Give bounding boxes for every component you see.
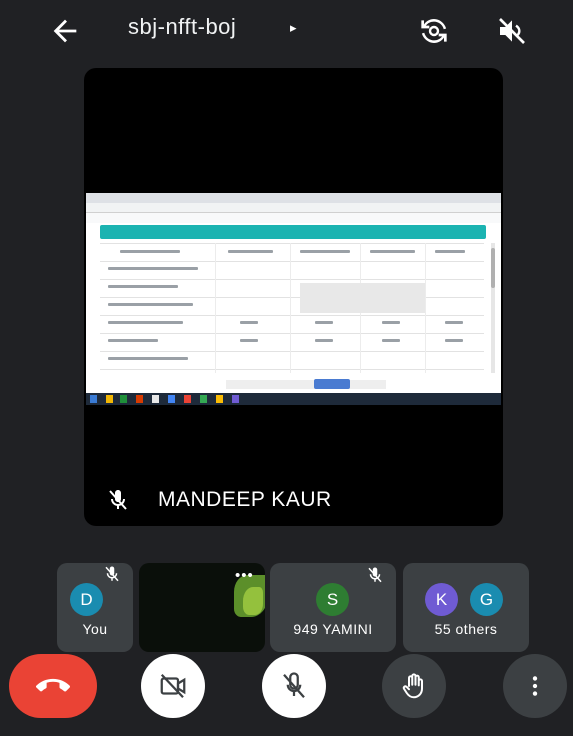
mic-off-icon bbox=[368, 567, 382, 583]
page-footer-bar bbox=[226, 380, 386, 389]
camera-toggle-button[interactable] bbox=[141, 654, 205, 718]
avatar: G bbox=[470, 583, 503, 616]
speaker-off-icon[interactable] bbox=[496, 15, 528, 47]
mic-off-icon bbox=[105, 566, 119, 582]
end-call-button[interactable] bbox=[9, 654, 97, 718]
mic-off-icon bbox=[283, 672, 305, 698]
arrow-left-icon[interactable] bbox=[48, 14, 82, 48]
raise-hand-icon bbox=[402, 673, 423, 699]
shared-screen-preview bbox=[86, 193, 501, 405]
presenter-tile[interactable]: MANDEEP KAUR bbox=[84, 68, 503, 526]
more-vertical-icon bbox=[532, 676, 538, 696]
browser-address-bar bbox=[86, 203, 501, 213]
hang-up-icon bbox=[36, 678, 70, 692]
avatar: D bbox=[70, 583, 103, 616]
web-page-nav bbox=[86, 213, 501, 223]
mic-toggle-button[interactable] bbox=[262, 654, 326, 718]
participant-tile-others[interactable]: K G 55 others bbox=[403, 563, 529, 652]
disabled-cells bbox=[300, 283, 425, 313]
avatar: K bbox=[425, 583, 458, 616]
raise-hand-button[interactable] bbox=[382, 654, 446, 718]
camera-off-icon bbox=[160, 673, 186, 699]
mic-off-icon bbox=[109, 490, 127, 510]
more-options-icon[interactable]: ••• bbox=[235, 567, 254, 584]
page-scrollbar-thumb bbox=[491, 248, 495, 288]
meeting-code[interactable]: sbj-nfft-boj bbox=[128, 14, 236, 40]
participant-name: You bbox=[82, 621, 108, 637]
avatar: S bbox=[316, 583, 349, 616]
portal-table bbox=[100, 243, 484, 373]
participant-video-tile[interactable]: ••• bbox=[139, 563, 265, 652]
more-options-button[interactable] bbox=[503, 654, 567, 718]
participant-name: 949 YAMINI bbox=[293, 621, 373, 637]
participant-tile-you[interactable]: D You bbox=[57, 563, 133, 652]
video-feed-foliage bbox=[243, 587, 263, 615]
top-bar: sbj-nfft-boj ▸ bbox=[0, 0, 573, 62]
meeting-details-caret-icon[interactable]: ▸ bbox=[290, 20, 297, 36]
participant-count: 55 others bbox=[434, 621, 498, 637]
presenter-label: MANDEEP KAUR bbox=[106, 488, 332, 512]
page-footer-button bbox=[314, 379, 350, 389]
browser-tab-strip bbox=[86, 193, 501, 203]
portal-header-bar bbox=[100, 225, 486, 239]
participant-tile-yamini[interactable]: S 949 YAMINI bbox=[270, 563, 396, 652]
presenter-name: MANDEEP KAUR bbox=[158, 488, 332, 511]
camera-switch-icon[interactable] bbox=[418, 15, 450, 47]
windows-taskbar bbox=[86, 393, 501, 405]
